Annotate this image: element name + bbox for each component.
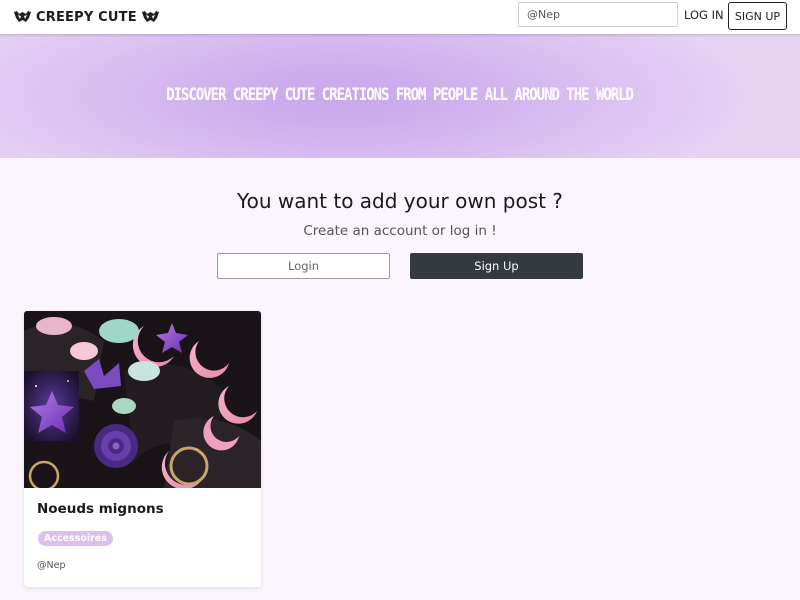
- cta-subtitle: Create an account or log in !: [303, 223, 497, 239]
- signup-button[interactable]: Sign Up: [410, 253, 583, 279]
- post-title[interactable]: Noeuds mignons: [37, 501, 164, 517]
- post-card[interactable]: Noeuds mignons Accessoires @Nep: [24, 311, 261, 587]
- post-author[interactable]: @Nep: [37, 560, 65, 571]
- nav-login-link[interactable]: LOG IN: [684, 8, 724, 22]
- bat-icon: [141, 11, 159, 22]
- cta-title: You want to add your own post ?: [237, 189, 563, 213]
- nav-signup-button[interactable]: SIGN UP: [728, 2, 787, 30]
- login-button[interactable]: Login: [217, 253, 390, 279]
- brand-link[interactable]: CREEPY CUTE: [14, 7, 159, 27]
- post-tag-badge[interactable]: Accessoires: [38, 531, 113, 546]
- navbar: CREEPY CUTE LOG IN SIGN UP: [0, 0, 800, 34]
- brand-name: CREEPY CUTE: [36, 9, 137, 25]
- bat-icon: [14, 11, 31, 22]
- post-image[interactable]: [24, 311, 261, 488]
- search-input[interactable]: [518, 2, 678, 27]
- hero-title: DISCOVER CREEPY CUTE CREATIONS FROM PEOP…: [166, 85, 635, 105]
- hero-banner: DISCOVER CREEPY CUTE CREATIONS FROM PEOP…: [0, 34, 800, 158]
